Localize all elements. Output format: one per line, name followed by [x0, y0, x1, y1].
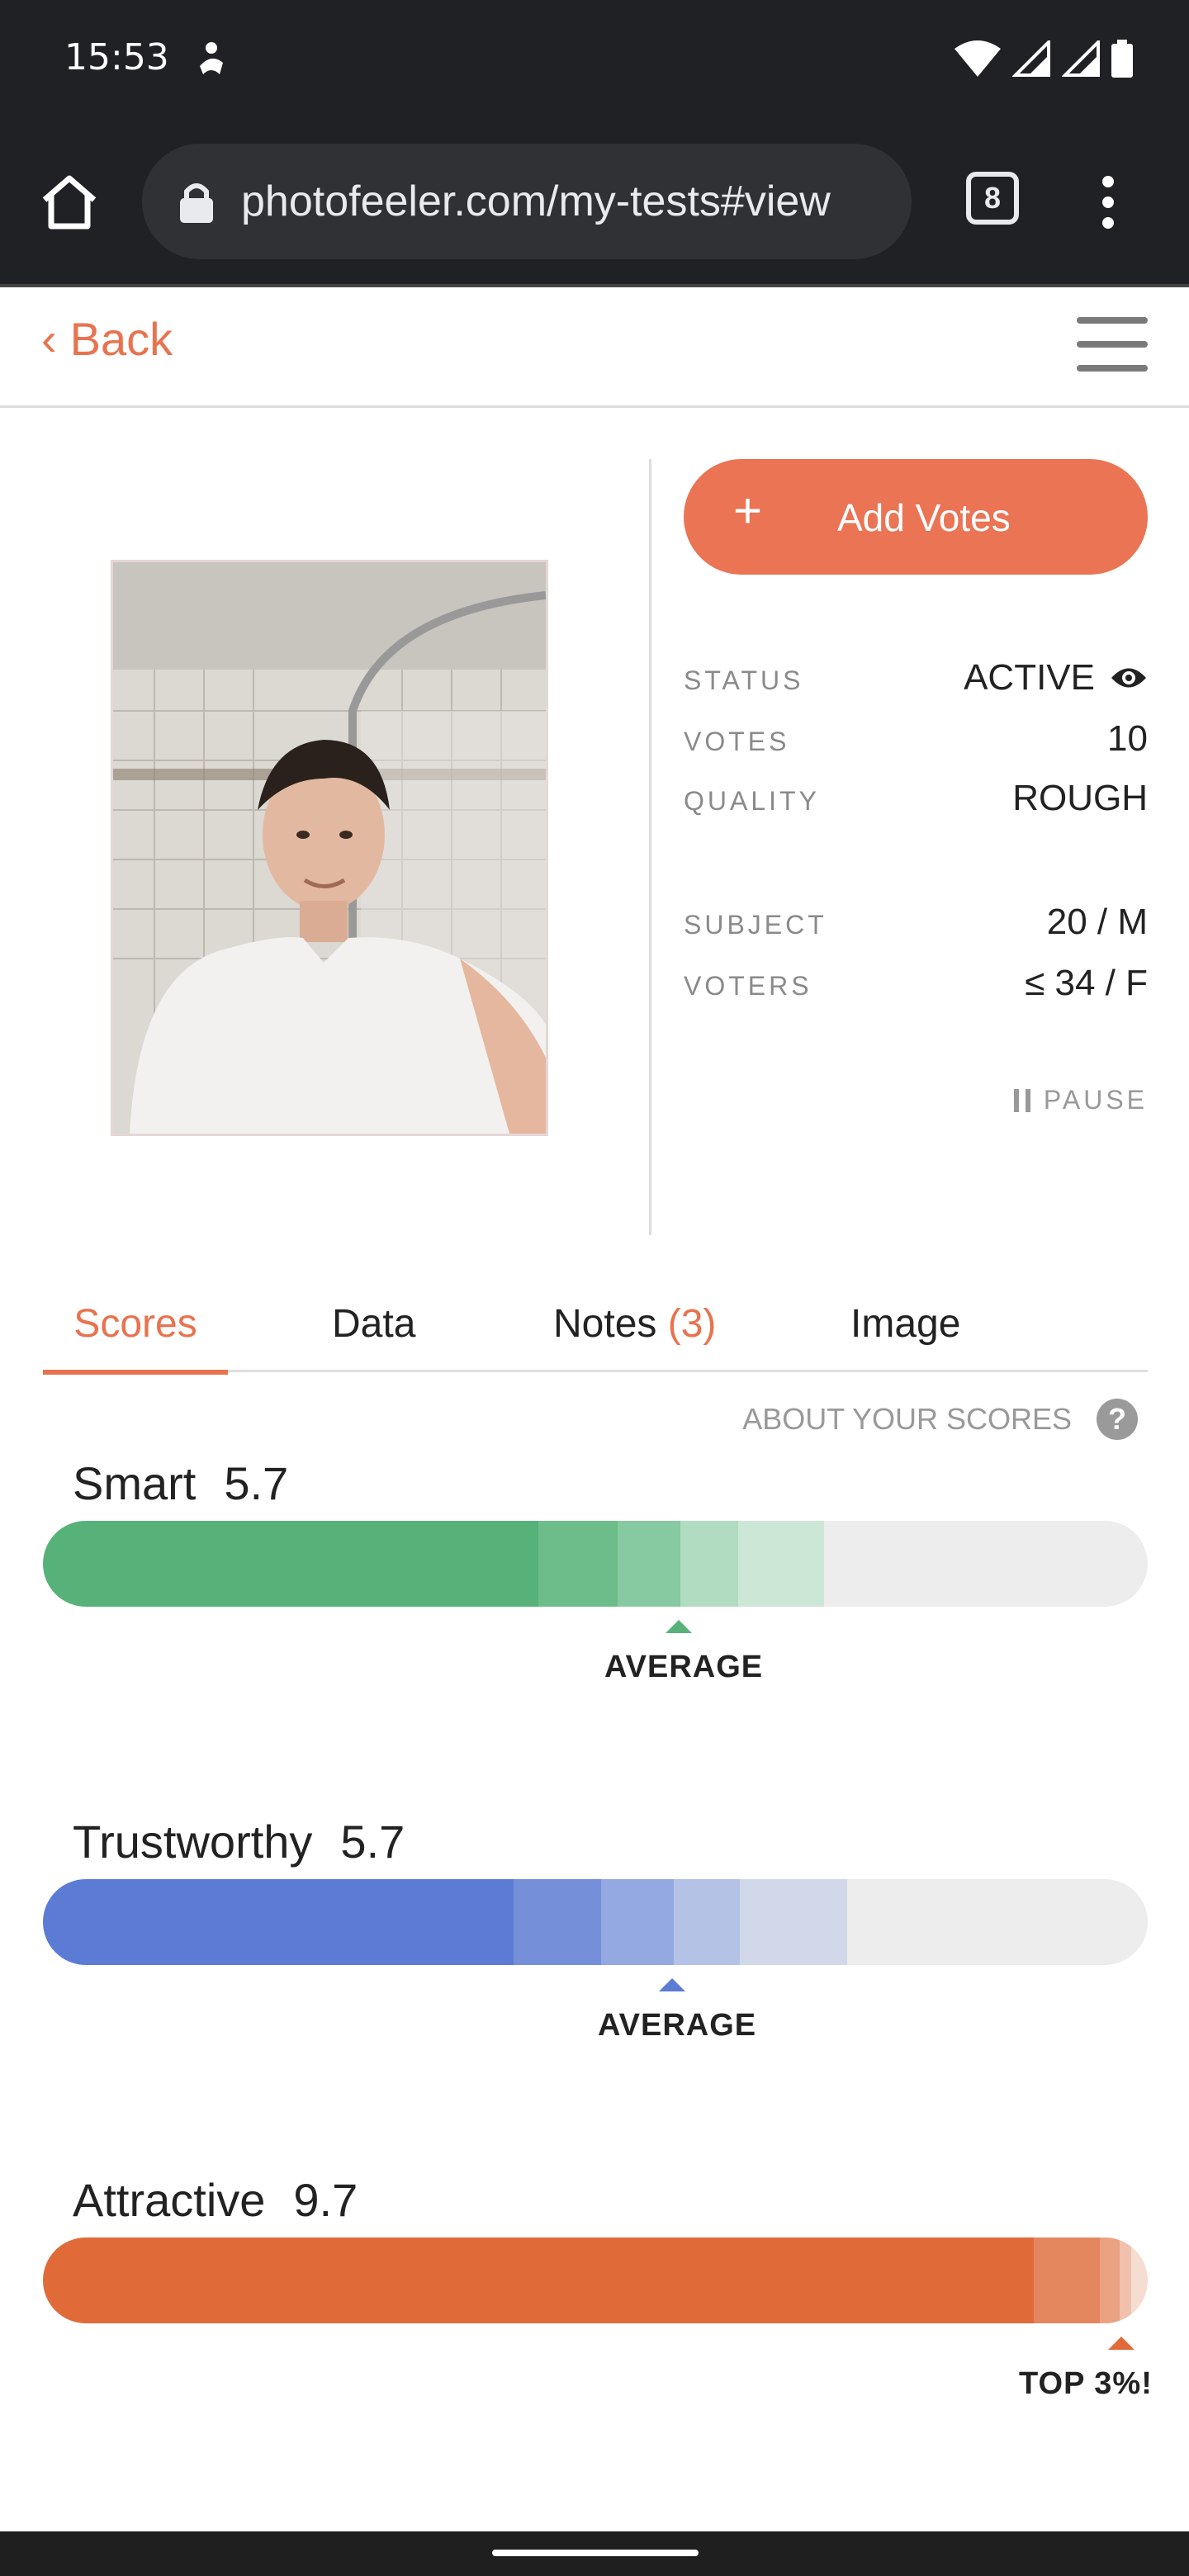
status-text: ACTIVE: [964, 657, 1095, 698]
photo-illustration: [113, 562, 546, 1134]
tab-scores[interactable]: Scores: [43, 1301, 228, 1375]
score-value: 9.7: [293, 2174, 358, 2226]
notes-count-badge: (3): [667, 1302, 717, 1346]
eye-icon[interactable]: [1110, 665, 1148, 690]
tab-data[interactable]: Data: [332, 1301, 415, 1372]
about-scores-label: ABOUT YOUR SCORES: [742, 1402, 1072, 1436]
add-votes-button[interactable]: + Add Votes: [684, 459, 1148, 575]
back-button[interactable]: ‹ Back: [41, 312, 173, 366]
status-row: STATUS ACTIVE: [684, 657, 1148, 698]
wifi-icon: [955, 40, 1001, 77]
status-time: 15:53: [64, 36, 169, 78]
status-bar: 15:53: [0, 0, 1189, 119]
quality-key: QUALITY: [684, 786, 820, 816]
status-icons: [955, 40, 1133, 78]
marker-triangle-icon: [666, 1620, 692, 1633]
pause-label: PAUSE: [1043, 1085, 1148, 1115]
back-label: Back: [69, 313, 173, 365]
score-bar-trustworthy: [43, 1879, 1148, 1965]
plus-icon: +: [733, 483, 763, 538]
about-scores-link[interactable]: ABOUT YOUR SCORES ?: [742, 1399, 1138, 1440]
home-icon[interactable]: [36, 168, 102, 234]
pause-icon: [1013, 1088, 1030, 1112]
add-votes-label: Add Votes: [837, 496, 1011, 539]
hamburger-menu-icon[interactable]: [1077, 317, 1148, 372]
subject-key: SUBJECT: [684, 910, 827, 940]
score-marker-smart: AVERAGE: [604, 1650, 764, 1684]
votes-value: 10: [1107, 718, 1148, 759]
score-bar-attractive: [43, 2237, 1148, 2323]
score-label: Attractive: [73, 2174, 266, 2226]
divider: [649, 459, 651, 1235]
signal-icon: [1012, 40, 1050, 77]
chevron-left-icon: ‹: [41, 313, 57, 365]
tab-image[interactable]: Image: [850, 1301, 960, 1372]
address-bar[interactable]: photofeeler.com/my-tests#view: [142, 144, 912, 259]
test-photo[interactable]: [111, 560, 548, 1136]
tab-notes-label: Notes: [553, 1302, 657, 1346]
signal-icon-2: [1062, 40, 1100, 77]
lock-icon: [180, 183, 213, 223]
app-header: ‹ Back: [0, 284, 1189, 408]
subject-row: SUBJECT 20 / M: [684, 902, 1148, 943]
pause-button[interactable]: PAUSE: [1013, 1085, 1148, 1115]
quality-row: QUALITY ROUGH: [684, 778, 1148, 819]
score-marker-attractive: TOP 3%!: [1019, 2366, 1153, 2401]
status-value: ACTIVE: [964, 657, 1148, 698]
marker-triangle-icon: [1108, 2337, 1135, 2350]
system-navigation-bar: [0, 2531, 1189, 2576]
voters-row: VOTERS ≤ 34 / F: [684, 963, 1148, 1004]
voters-key: VOTERS: [684, 971, 812, 1001]
score-title-attractive: Attractive 9.7: [73, 2173, 358, 2227]
tab-notes[interactable]: Notes (3): [553, 1301, 716, 1372]
gesture-handle[interactable]: [492, 2550, 699, 2556]
voters-value: ≤ 34 / F: [1025, 963, 1148, 1003]
results-tabs: Scores Data Notes (3) Image: [43, 1301, 1148, 1375]
score-value: 5.7: [224, 1457, 289, 1509]
help-icon: ?: [1097, 1399, 1138, 1440]
score-title-trustworthy: Trustworthy 5.7: [73, 1815, 405, 1868]
score-marker-trustworthy: AVERAGE: [598, 2008, 757, 2043]
score-label: Trustworthy: [73, 1816, 313, 1868]
status-key: STATUS: [684, 665, 804, 695]
battery-icon: [1111, 40, 1133, 78]
url-text: photofeeler.com/my-tests#view: [241, 178, 831, 225]
marker-triangle-icon: [659, 1978, 685, 1991]
votes-key: VOTES: [684, 727, 790, 756]
subject-value: 20 / M: [1046, 902, 1148, 942]
quality-value: ROUGH: [1012, 778, 1148, 818]
accessibility-icon: [200, 42, 223, 74]
score-label: Smart: [73, 1457, 197, 1509]
more-menu-icon[interactable]: [1092, 173, 1125, 231]
score-title-smart: Smart 5.7: [73, 1456, 288, 1510]
tab-switcher-button[interactable]: 8: [966, 172, 1019, 225]
score-value: 5.7: [340, 1816, 405, 1868]
score-bar-smart: [43, 1521, 1148, 1607]
votes-row: VOTES 10: [684, 718, 1148, 760]
browser-toolbar: photofeeler.com/my-tests#view 8: [0, 119, 1189, 284]
